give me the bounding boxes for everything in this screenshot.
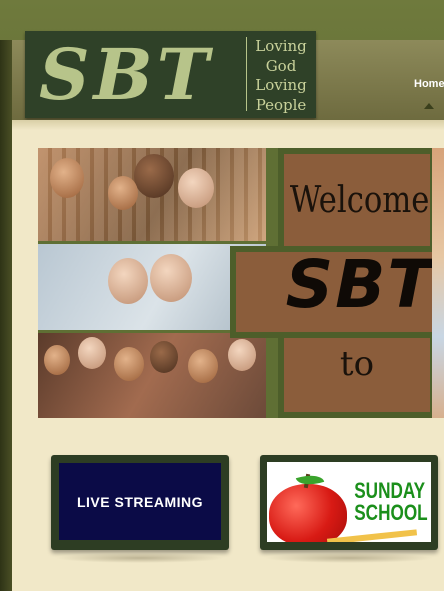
sunday-school-label: SUNDAY SCHOOL	[354, 478, 428, 525]
face-4	[178, 168, 214, 208]
logo-letters: SBT	[39, 33, 213, 116]
family-photo	[38, 148, 266, 241]
left-edge-background	[0, 40, 12, 591]
tagline-line-1: Loving	[255, 37, 307, 55]
tagline-line-2: God	[265, 56, 297, 75]
sunday-school-button[interactable]: SUNDAY SCHOOL	[260, 455, 438, 550]
face-10	[150, 341, 178, 373]
next-slide-edge	[432, 148, 444, 418]
face-2	[134, 154, 174, 198]
face-8	[78, 337, 106, 369]
welcome-banner[interactable]: Welcome SBT to	[38, 148, 444, 418]
live-streaming-panel: LIVE STREAMING	[59, 463, 221, 540]
face-7	[44, 345, 70, 375]
face-3	[108, 176, 138, 210]
live-streaming-shadow	[55, 553, 225, 563]
banner-sbt-text: SBT	[285, 246, 435, 323]
nav-active-arrow-icon	[424, 103, 434, 109]
logo-divider	[246, 37, 247, 111]
tagline-line-4: People	[255, 95, 307, 114]
face-11	[188, 349, 218, 383]
site-logo[interactable]: SBT Loving God Loving People	[25, 31, 316, 118]
banner-welcome-text: Welcome	[289, 180, 430, 221]
face-5	[108, 258, 148, 304]
face-1	[50, 158, 84, 198]
live-streaming-button[interactable]: LIVE STREAMING	[51, 455, 229, 550]
apple-icon	[269, 484, 347, 542]
youth-group-photo	[38, 333, 266, 418]
nav-home-link[interactable]: Home	[414, 78, 444, 90]
face-12	[228, 339, 256, 371]
face-6	[150, 254, 192, 302]
sunday-school-panel: SUNDAY SCHOOL	[267, 462, 431, 542]
tagline-line-3: Loving	[255, 76, 307, 94]
logo-tagline: Loving God Loving People	[251, 37, 311, 115]
face-9	[114, 347, 144, 381]
content-top-shade	[12, 120, 444, 130]
sunday-school-shadow	[264, 553, 434, 563]
live-streaming-label: LIVE STREAMING	[76, 493, 203, 510]
banner-to-text: to	[339, 344, 375, 384]
